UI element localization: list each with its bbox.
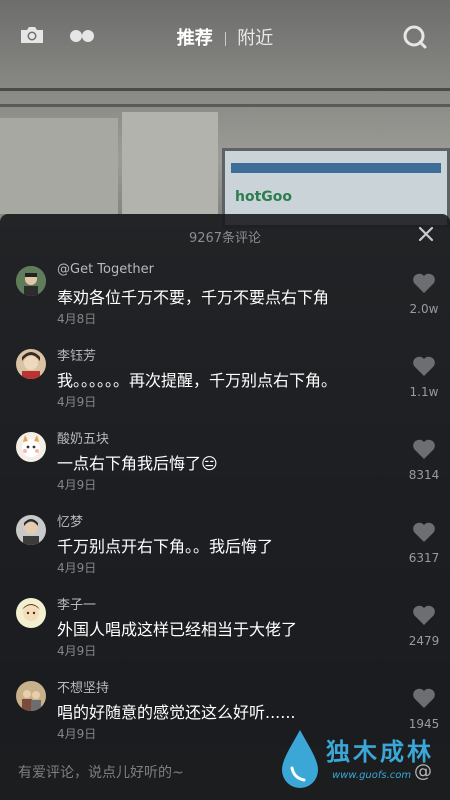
comment-date: 4月9日: [57, 644, 97, 658]
wall-panel: [122, 112, 218, 214]
comment-text: 千万别点开右下角。。我后悔了: [57, 537, 274, 556]
comment-input[interactable]: [18, 760, 318, 786]
comment-item[interactable]: @Get Together 奉劝各位千万不要，千万不要点右下角 4月8日 2.0…: [0, 262, 450, 345]
tab-divider: [224, 32, 226, 46]
heart-icon: [413, 439, 435, 459]
watermark-title: 独木成林: [326, 737, 434, 766]
heart-icon: [413, 273, 435, 293]
comment-panel-header: 9267条评论: [0, 214, 450, 254]
like-count: 2.0w: [409, 302, 439, 316]
comment-item[interactable]: 李钰芳 我。。。。。。再次提醒，千万别点右下角。 4月9日 1.1w: [0, 345, 450, 428]
screen-logo: hotGoo: [235, 189, 293, 205]
like-count: 2479: [408, 634, 440, 648]
comment-item[interactable]: 酸奶五块 一点右下角我后悔了😑 4月9日 8314: [0, 428, 450, 511]
like-button[interactable]: 2479: [404, 604, 444, 654]
watermark-url: www.guofs.com: [332, 770, 412, 781]
like-button[interactable]: 8314: [404, 438, 444, 488]
avatar[interactable]: [16, 681, 46, 711]
like-count: 6317: [408, 551, 440, 565]
comment-date: 4月9日: [57, 478, 97, 492]
avatar[interactable]: [16, 349, 46, 379]
like-count: 8314: [408, 468, 440, 482]
comment-username[interactable]: 李钰芳: [57, 345, 96, 364]
avatar[interactable]: [16, 266, 46, 296]
comment-username[interactable]: @Get Together: [57, 262, 154, 277]
avatar[interactable]: [16, 515, 46, 545]
comment-username[interactable]: 不想坚持: [57, 677, 109, 696]
comment-text: 奉劝各位千万不要，千万不要点右下角: [57, 288, 330, 307]
comment-date: 4月9日: [57, 395, 97, 409]
tab-nearby[interactable]: 附近: [231, 24, 279, 50]
tab-recommend[interactable]: 推荐: [171, 24, 219, 50]
heart-icon: [413, 522, 435, 542]
comment-date: 4月9日: [57, 561, 97, 575]
comment-item[interactable]: 李子一 外国人唱成这样已经相当于大佬了 4月9日 2479: [0, 594, 450, 677]
watermark: 独木成林 www.guofs.com: [276, 726, 450, 794]
water-drop-logo: [282, 730, 318, 788]
search-icon[interactable]: [402, 24, 430, 49]
heart-icon: [413, 356, 435, 376]
comment-count: 9267条评论: [188, 231, 262, 246]
comment-username[interactable]: 忆梦: [57, 511, 83, 530]
heart-icon: [413, 688, 435, 708]
comment-username[interactable]: 李子一: [57, 594, 96, 613]
screen-bar: [231, 163, 441, 173]
like-button[interactable]: 1.1w: [404, 355, 444, 405]
comment-item[interactable]: 忆梦 千万别点开右下角。。我后悔了 4月9日 6317: [0, 511, 450, 594]
comment-text: 唱的好随意的感觉还这么好听......: [57, 703, 296, 722]
close-icon[interactable]: [418, 226, 434, 242]
comment-text: 我。。。。。。再次提醒，千万别点右下角。: [57, 371, 338, 390]
like-button[interactable]: 6317: [404, 521, 444, 571]
heart-icon: [413, 605, 435, 625]
like-count: 1.1w: [409, 385, 439, 399]
ceiling-beam: [0, 104, 450, 107]
ceiling-beam: [0, 88, 450, 91]
top-bar: 推荐 附近: [0, 0, 450, 72]
comment-date: 4月9日: [57, 727, 97, 741]
comment-date: 4月8日: [57, 312, 97, 326]
like-button[interactable]: 2.0w: [404, 272, 444, 322]
comment-text: 外国人唱成这样已经相当于大佬了: [57, 620, 298, 639]
comment-panel: 9267条评论 @Get Together 奉劝各位千万不要，千万不要点右下角 …: [0, 214, 450, 800]
comment-username[interactable]: 酸奶五块: [57, 428, 109, 447]
comment-text: 一点右下角我后悔了😑: [57, 454, 218, 473]
wall-panel: [0, 118, 118, 214]
avatar[interactable]: [16, 432, 46, 462]
feed-tabs: 推荐 附近: [0, 24, 450, 50]
avatar[interactable]: [16, 598, 46, 628]
